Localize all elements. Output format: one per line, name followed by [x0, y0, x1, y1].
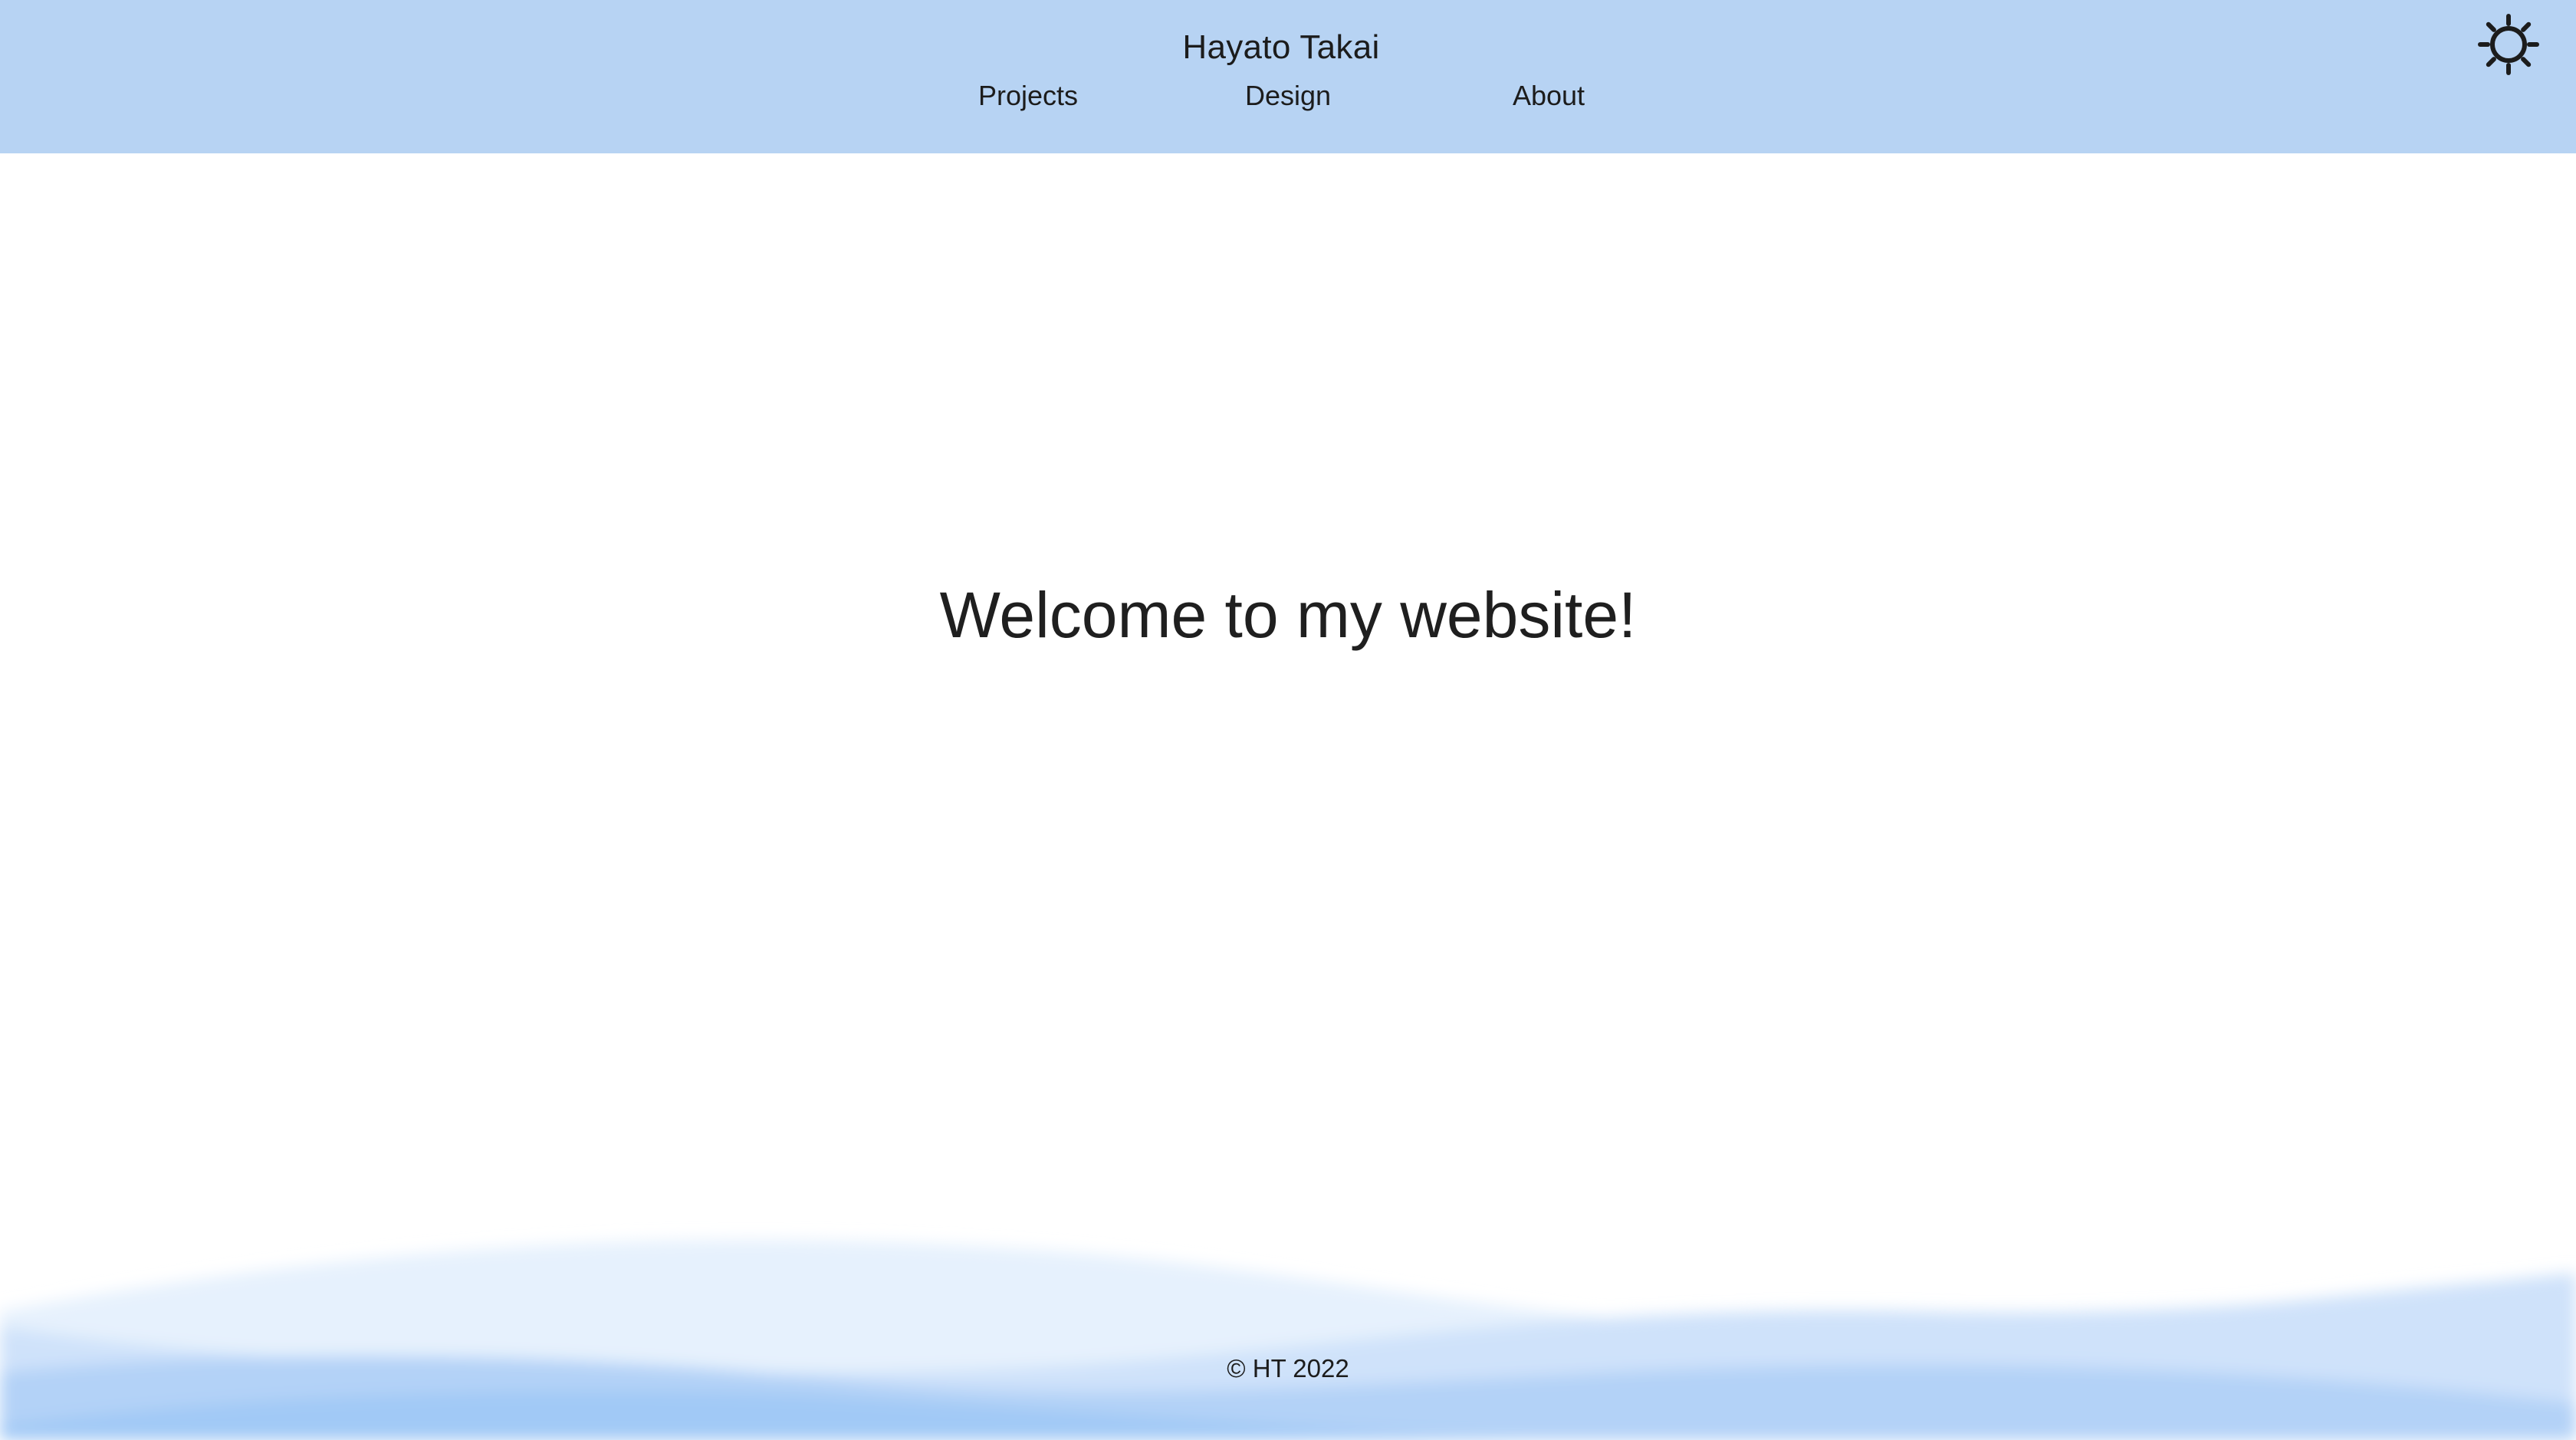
theme-toggle-button[interactable]	[2478, 14, 2539, 75]
nav-link-projects[interactable]: Projects	[978, 78, 1079, 113]
sun-icon	[2478, 14, 2539, 75]
site-title[interactable]: Hayato Takai	[0, 26, 2562, 69]
welcome-heading: Welcome to my website!	[939, 579, 1637, 651]
site-header: Hayato Takai Projects Design About	[0, 0, 2576, 153]
footer-waves	[0, 1196, 2576, 1440]
nav-link-about[interactable]: About	[1510, 78, 1588, 113]
footer-copyright: © HT 2022	[1227, 1354, 1349, 1382]
nav-link-design[interactable]: Design	[1244, 78, 1332, 113]
page: Hayato Takai Projects Design About Welco…	[0, 0, 2576, 1440]
